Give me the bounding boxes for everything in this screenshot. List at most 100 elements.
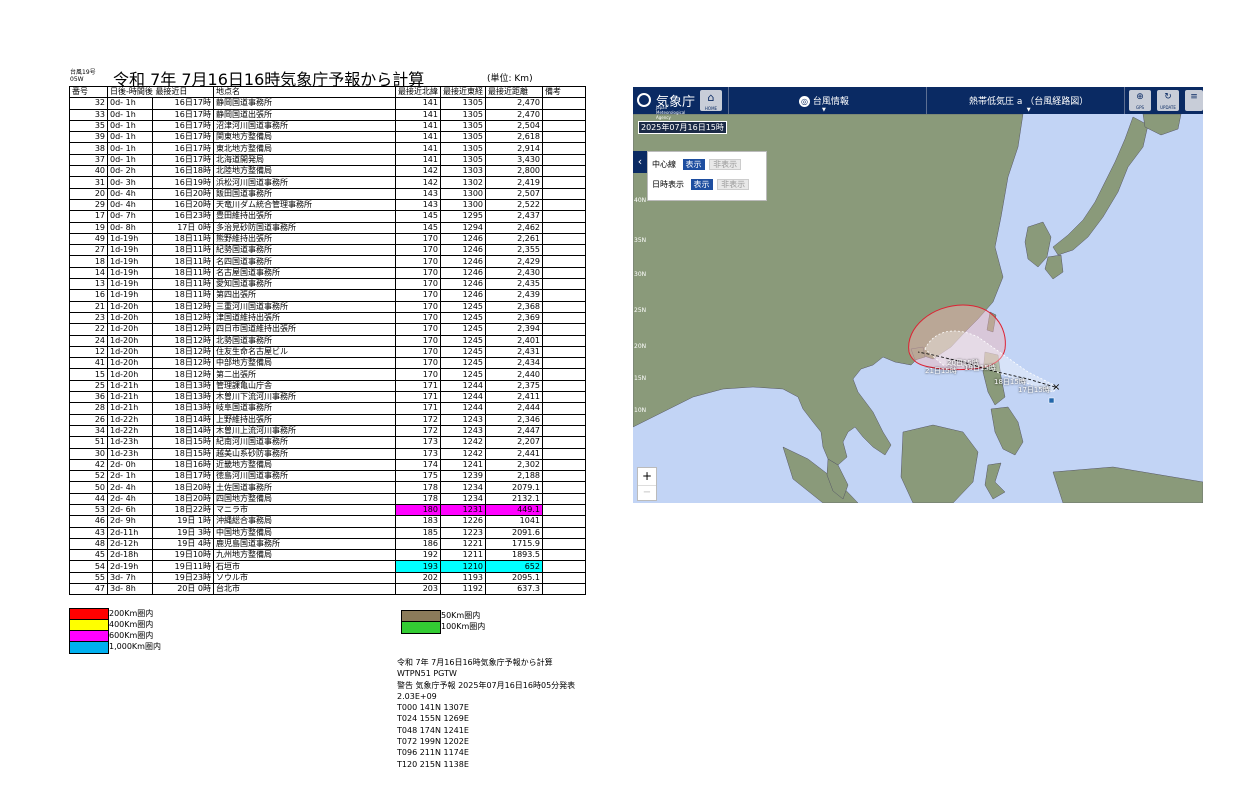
cell-note	[542, 255, 586, 268]
cell-lon: 1221	[440, 537, 486, 551]
cell-lat: 170	[395, 368, 441, 381]
table-row: 29 0d- 4h 16日20時 天竜川ダム統合管理事務所 143 1300 2,522	[69, 198, 586, 212]
cell-note	[542, 176, 586, 189]
zoom-in-button[interactable]: +	[638, 468, 656, 485]
cell-lat: 145	[395, 210, 441, 223]
update-button[interactable]: ↻ UPDATE	[1157, 90, 1179, 111]
cell-closest-date: 18日11時	[152, 266, 214, 280]
cell-no: 53	[69, 503, 108, 517]
legend-label: 100Km圏内	[441, 622, 486, 631]
table-row: 15 1d-20h 18日12時 第二出張所 170 1245 2,440	[69, 368, 586, 381]
cell-no: 16	[69, 289, 108, 302]
cell-lat: 192	[395, 549, 441, 562]
cell-lat: 203	[395, 583, 441, 596]
table-row: 50 2d- 4h 18日20時 土佐国道事務所 178 1234 2079.1	[69, 481, 586, 494]
cell-closest-date: 18日13時	[152, 391, 214, 404]
table-row: 52 2d- 1h 18日17時 徳島河川国道事務所 175 1239 2,188	[69, 470, 586, 483]
ctrl-date-label: 日時表示	[652, 180, 684, 189]
gps-icon: ⊕	[1136, 92, 1144, 102]
cell-dist: 2,507	[485, 187, 543, 200]
cell-place: ソウル市	[213, 571, 396, 585]
cell-closest-date: 16日17時	[152, 142, 214, 155]
table-row: 32 0d- 1h 16日17時 静岡国道事務所 141 1305 2,470	[69, 97, 586, 110]
cell-lat: 186	[395, 537, 441, 551]
center-line-show-button[interactable]: 表示	[682, 159, 705, 170]
cell-dist: 1893.5	[485, 549, 543, 562]
cell-no: 34	[69, 424, 108, 438]
cell-lat: 141	[395, 119, 441, 133]
cell-lat: 174	[395, 458, 441, 472]
note-line: T048 174N 1241E	[397, 725, 469, 735]
cell-dist: 2,800	[485, 165, 543, 178]
table-row: 43 2d-11h 19日 3時 中国地方整備局 185 1223 2091.6	[69, 526, 586, 539]
cell-lon: 1305	[440, 142, 486, 155]
cell-place: 中国地方整備局	[213, 526, 396, 539]
jma-logo[interactable]: 気象庁 Japan Meteorological Agency	[637, 90, 697, 120]
legend-swatch	[69, 641, 109, 654]
cell-note	[542, 119, 586, 133]
date-display-show-button[interactable]: 表示	[690, 179, 713, 190]
cell-lon: 1245	[440, 300, 486, 313]
cell-dist: 2,419	[485, 176, 543, 189]
cell-dist: 2,368	[485, 300, 543, 313]
cell-note	[542, 526, 586, 539]
philippines-south	[990, 406, 1024, 456]
note-line: WTPN51 PGTW	[397, 669, 457, 679]
cell-lon: 1305	[440, 97, 486, 110]
extra-menu-button[interactable]: ≡	[1185, 90, 1203, 111]
center-line-hide-button[interactable]: 非表示	[709, 159, 742, 170]
cell-note	[542, 503, 586, 517]
typhoon-map[interactable]: × 20日15時 21日15時 19日15時 18日15時 17日15時 40N…	[633, 87, 1203, 503]
cell-lat: 142	[395, 176, 441, 189]
lat-label-20: 20N	[634, 343, 647, 350]
cell-lat: 143	[395, 187, 441, 200]
table-row: 47 3d- 8h 20日 0時 台北市 203 1192 637.3	[69, 583, 586, 596]
cell-days: 1d-20h	[107, 323, 153, 336]
cell-note	[542, 244, 586, 257]
home-button[interactable]: ⌂ HOME	[700, 90, 722, 111]
zoom-out-button[interactable]: −	[638, 485, 656, 501]
note-line: T000 141N 1307E	[397, 703, 469, 713]
panel-collapse-button[interactable]: ‹	[633, 151, 647, 173]
note-line: T024 155N 1269E	[397, 714, 469, 724]
cell-no: 18	[69, 255, 108, 268]
cell-closest-date: 19日 4時	[152, 537, 214, 551]
cell-place: 四国地方整備局	[213, 492, 396, 505]
cell-dist: 2,437	[485, 210, 543, 223]
table-row: 41 1d-20h 18日12時 中部地方整備局 170 1245 2,434	[69, 357, 586, 370]
cell-note	[542, 402, 586, 415]
cell-note	[542, 266, 586, 280]
japan-honshu	[1052, 116, 1149, 256]
gps-button[interactable]: ⊕ GPS	[1129, 90, 1151, 111]
nav-typhoon-info[interactable]: ◎ 台風情報 ▼	[799, 94, 849, 113]
map-canvas[interactable]: ×	[633, 87, 1203, 503]
date-display-hide-button[interactable]: 非表示	[717, 179, 750, 190]
legend-label: 400Km圏内	[109, 620, 154, 629]
table-row: 42 2d- 0h 18日16時 近畿地方整備局 174 1241 2,302	[69, 458, 586, 472]
cell-closest-date: 18日12時	[152, 334, 214, 347]
cell-note	[542, 379, 586, 393]
cell-place: 第二出張所	[213, 368, 396, 381]
cell-lat: 170	[395, 357, 441, 370]
cell-lat: 178	[395, 492, 441, 505]
cell-no: 40	[69, 165, 108, 178]
cell-lon: 1246	[440, 289, 486, 302]
cell-no: 14	[69, 266, 108, 280]
cell-place: 中部地方整備局	[213, 357, 396, 370]
nav-tropical-depression[interactable]: 熱帯低気圧 a （台風経路図） ▼	[969, 94, 1088, 113]
table-row: 13 1d-19h 18日11時 愛知国道事務所 170 1246 2,435	[69, 278, 586, 291]
cell-no: 25	[69, 379, 108, 393]
cell-no: 54	[69, 560, 108, 573]
cell-closest-date: 19日 3時	[152, 526, 214, 539]
col-header-days: 日後-時間後	[110, 87, 153, 97]
legend-label: 1,000Km圏内	[109, 642, 161, 651]
cell-place: 熊野維持出張所	[213, 232, 396, 246]
cell-note	[542, 165, 586, 178]
cell-place: 愛知国道事務所	[213, 278, 396, 291]
cell-note	[542, 470, 586, 483]
table-row: 51 1d-23h 18日15時 紀南河川国道事務所 173 1242 2,207	[69, 436, 586, 449]
cell-dist: 2,618	[485, 131, 543, 144]
cell-lon: 1234	[440, 492, 486, 505]
table-row: 19 0d- 8h 17日 0時 多治見砂防国道事務所 145 1294 2,462	[69, 221, 586, 234]
cell-no: 49	[69, 232, 108, 246]
